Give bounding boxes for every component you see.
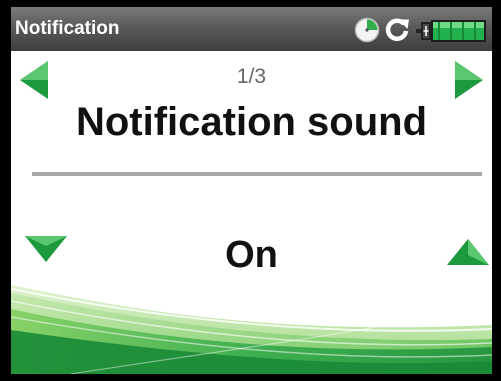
battery-icon	[416, 20, 486, 42]
refresh-icon	[385, 18, 409, 41]
setting-title: Notification sound	[75, 100, 428, 144]
screen-title: Notification	[15, 18, 120, 39]
divider	[32, 172, 482, 176]
device-screen: Notification 1/3 Notification sound On	[11, 7, 492, 374]
decorative-swoosh	[11, 285, 492, 374]
status-icons	[352, 13, 492, 45]
timer-icon	[354, 17, 380, 43]
increase-value-arrow[interactable]	[445, 237, 491, 267]
page-indicator: 1/3	[236, 65, 267, 88]
title-bar: Notification	[11, 7, 492, 51]
